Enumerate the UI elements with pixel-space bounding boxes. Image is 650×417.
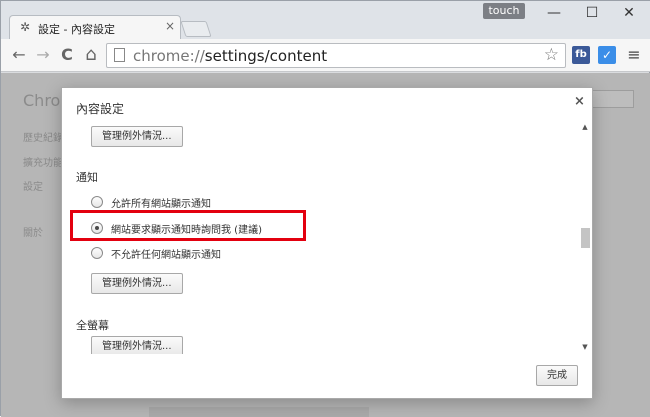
page-icon — [114, 48, 125, 62]
browser-toolbar: ← → C ⌂ chrome://settings/content ☆ fb ✓… — [1, 39, 650, 72]
highlight-annotation-box — [70, 210, 306, 241]
manage-exceptions-button[interactable]: 管理例外情況... — [91, 126, 183, 147]
tab-title: 設定 - 內容設定 — [38, 23, 115, 36]
maximize-button[interactable]: ☐ — [581, 4, 603, 22]
forward-icon[interactable]: → — [33, 45, 53, 65]
scrollbar-thumb[interactable] — [581, 228, 590, 248]
settings-search-box — [588, 90, 634, 108]
radio-button[interactable] — [91, 247, 103, 259]
radio-button[interactable] — [91, 196, 103, 208]
dialog-scrollbar[interactable]: ▲ ▼ — [579, 120, 591, 354]
home-icon[interactable]: ⌂ — [81, 45, 101, 65]
manage-exceptions-button[interactable]: 管理例外情況... — [91, 336, 183, 354]
fullscreen-section-title: 全螢幕 — [76, 319, 109, 332]
radio-label: 允許所有網站顯示通知 — [111, 199, 211, 210]
browser-window: ✲ 設定 - 內容設定 × touch — ☐ ✕ ← → C ⌂ chrome… — [0, 0, 650, 417]
new-tab-button[interactable] — [180, 21, 212, 37]
dialog-footer: 完成 — [62, 354, 592, 398]
url-text: chrome://settings/content — [133, 47, 328, 65]
radio-label: 不允許任何網站顯示通知 — [111, 250, 221, 261]
gear-icon: ✲ — [20, 20, 31, 34]
back-icon[interactable]: ← — [9, 45, 29, 65]
tab-settings[interactable]: ✲ 設定 - 內容設定 × — [9, 15, 181, 39]
menu-icon[interactable]: ≡ — [625, 45, 643, 65]
checkmark-extension-icon[interactable]: ✓ — [598, 46, 616, 64]
manage-exceptions-button[interactable]: 管理例外情況... — [91, 273, 183, 294]
page-heading: Chro — [23, 91, 61, 110]
nav-item-settings: 設定 — [23, 182, 43, 193]
notifications-section-title: 通知 — [76, 171, 98, 184]
close-window-button[interactable]: ✕ — [618, 4, 640, 22]
nav-item-extensions: 擴充功能 — [23, 158, 63, 169]
star-icon[interactable]: ☆ — [544, 45, 559, 65]
nav-item-about: 關於 — [23, 228, 43, 239]
facebook-extension-icon[interactable]: fb — [572, 46, 590, 64]
content-settings-dialog: 內容設定 × 管理例外情況... 通知 允許所有網站顯示通知 網站要求顯示通知時… — [61, 87, 593, 399]
address-bar[interactable]: chrome://settings/content ☆ — [106, 43, 566, 68]
nav-item-history: 歷史紀錄 — [23, 133, 63, 144]
touch-badge: touch — [483, 3, 525, 19]
dialog-content: 管理例外情況... 通知 允許所有網站顯示通知 網站要求顯示通知時詢問我 (建議… — [62, 120, 592, 354]
dialog-close-icon[interactable]: × — [574, 94, 585, 109]
reload-icon[interactable]: C — [57, 45, 77, 65]
scroll-down-icon[interactable]: ▼ — [579, 342, 591, 352]
scroll-up-icon[interactable]: ▲ — [579, 122, 591, 132]
tab-strip: ✲ 設定 - 內容設定 × touch — ☐ ✕ — [1, 1, 650, 39]
dialog-title: 內容設定 — [76, 102, 125, 116]
minimize-button[interactable]: — — [543, 4, 565, 22]
done-button[interactable]: 完成 — [536, 365, 578, 386]
tab-close-icon[interactable]: × — [165, 19, 175, 33]
